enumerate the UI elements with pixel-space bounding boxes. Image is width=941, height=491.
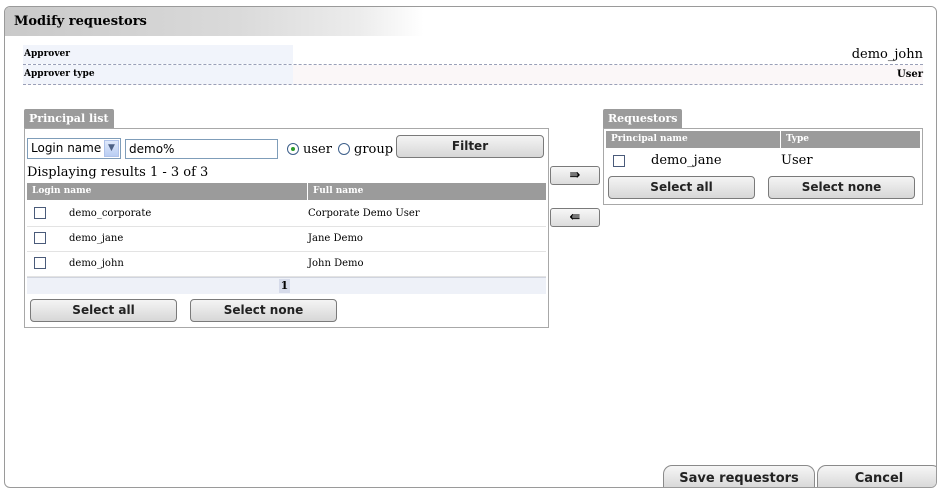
radio-group[interactable] — [338, 143, 350, 155]
column-login-name: Login name — [32, 186, 92, 196]
table-row[interactable]: demo_corporate Corporate Demo User — [27, 201, 546, 227]
approver-label: Approver — [23, 45, 293, 64]
pagination: 1 — [27, 277, 546, 294]
column-full-name: Full name — [313, 186, 364, 196]
select-all-button[interactable]: Select all — [30, 299, 177, 322]
full-name-cell: John Demo — [308, 258, 364, 269]
results-count: Displaying results 1 - 3 of 3 — [27, 165, 209, 180]
cancel-button[interactable]: Cancel — [817, 465, 936, 487]
approver-value: demo_john — [851, 47, 923, 62]
column-principal-name: Principal name — [611, 134, 688, 144]
search-field-select-value: Login name — [31, 141, 102, 155]
select-all-button[interactable]: Select all — [608, 176, 755, 199]
principal-list-tab: Principal list — [24, 109, 114, 128]
login-cell: demo_jane — [69, 233, 124, 244]
list-item[interactable]: demo_jane User — [606, 149, 920, 172]
table-row[interactable]: demo_jane Jane Demo — [27, 226, 546, 252]
type-cell: User — [781, 153, 813, 168]
remove-requestor-button[interactable]: ⇚ — [550, 208, 600, 227]
login-cell: demo_john — [69, 258, 124, 269]
chevron-down-icon: ▼ — [104, 140, 119, 157]
select-none-button[interactable]: Select none — [768, 176, 915, 199]
requestors-panel: Principal name Type demo_jane User Selec… — [603, 128, 923, 205]
add-requestor-button[interactable]: ⇛ — [550, 166, 600, 185]
approver-row: Approver demo_john — [23, 45, 923, 65]
column-type: Type — [786, 134, 809, 144]
row-checkbox[interactable] — [34, 257, 46, 269]
radio-user-label: user — [303, 142, 332, 157]
modify-requestors-dialog: Modify requestors Approver demo_john App… — [4, 6, 937, 488]
save-requestors-button[interactable]: Save requestors — [663, 465, 815, 487]
search-input[interactable]: demo% — [125, 139, 278, 159]
arrow-left-icon: ⇚ — [569, 210, 581, 225]
table-row[interactable]: demo_john John Demo — [27, 251, 546, 277]
approver-type-row: Approver type User — [23, 65, 923, 85]
radio-user[interactable] — [287, 143, 299, 155]
search-field-select[interactable]: Login name ▼ — [27, 138, 121, 159]
row-checkbox[interactable] — [34, 207, 46, 219]
row-checkbox[interactable] — [613, 155, 625, 167]
select-none-button[interactable]: Select none — [190, 299, 337, 322]
requestors-grid-header: Principal name Type — [606, 131, 920, 148]
login-cell: demo_corporate — [69, 208, 152, 219]
radio-group-label: group — [354, 142, 394, 157]
page-number[interactable]: 1 — [279, 279, 290, 293]
requestors-tab: Requestors — [603, 109, 683, 128]
principal-grid-header: Login name Full name — [27, 183, 546, 200]
arrow-right-icon: ⇛ — [569, 168, 581, 183]
approver-type-value: User — [897, 69, 923, 80]
row-checkbox[interactable] — [34, 232, 46, 244]
title-bar: Modify requestors — [5, 7, 936, 36]
principal-name-cell: demo_jane — [651, 153, 722, 168]
full-name-cell: Corporate Demo User — [308, 208, 420, 219]
filter-button[interactable]: Filter — [396, 135, 544, 158]
dialog-title: Modify requestors — [14, 14, 147, 29]
full-name-cell: Jane Demo — [308, 233, 363, 244]
principal-list-panel: Login name ▼ demo% user group Filter Dis… — [24, 128, 549, 328]
approver-type-label: Approver type — [23, 65, 293, 84]
